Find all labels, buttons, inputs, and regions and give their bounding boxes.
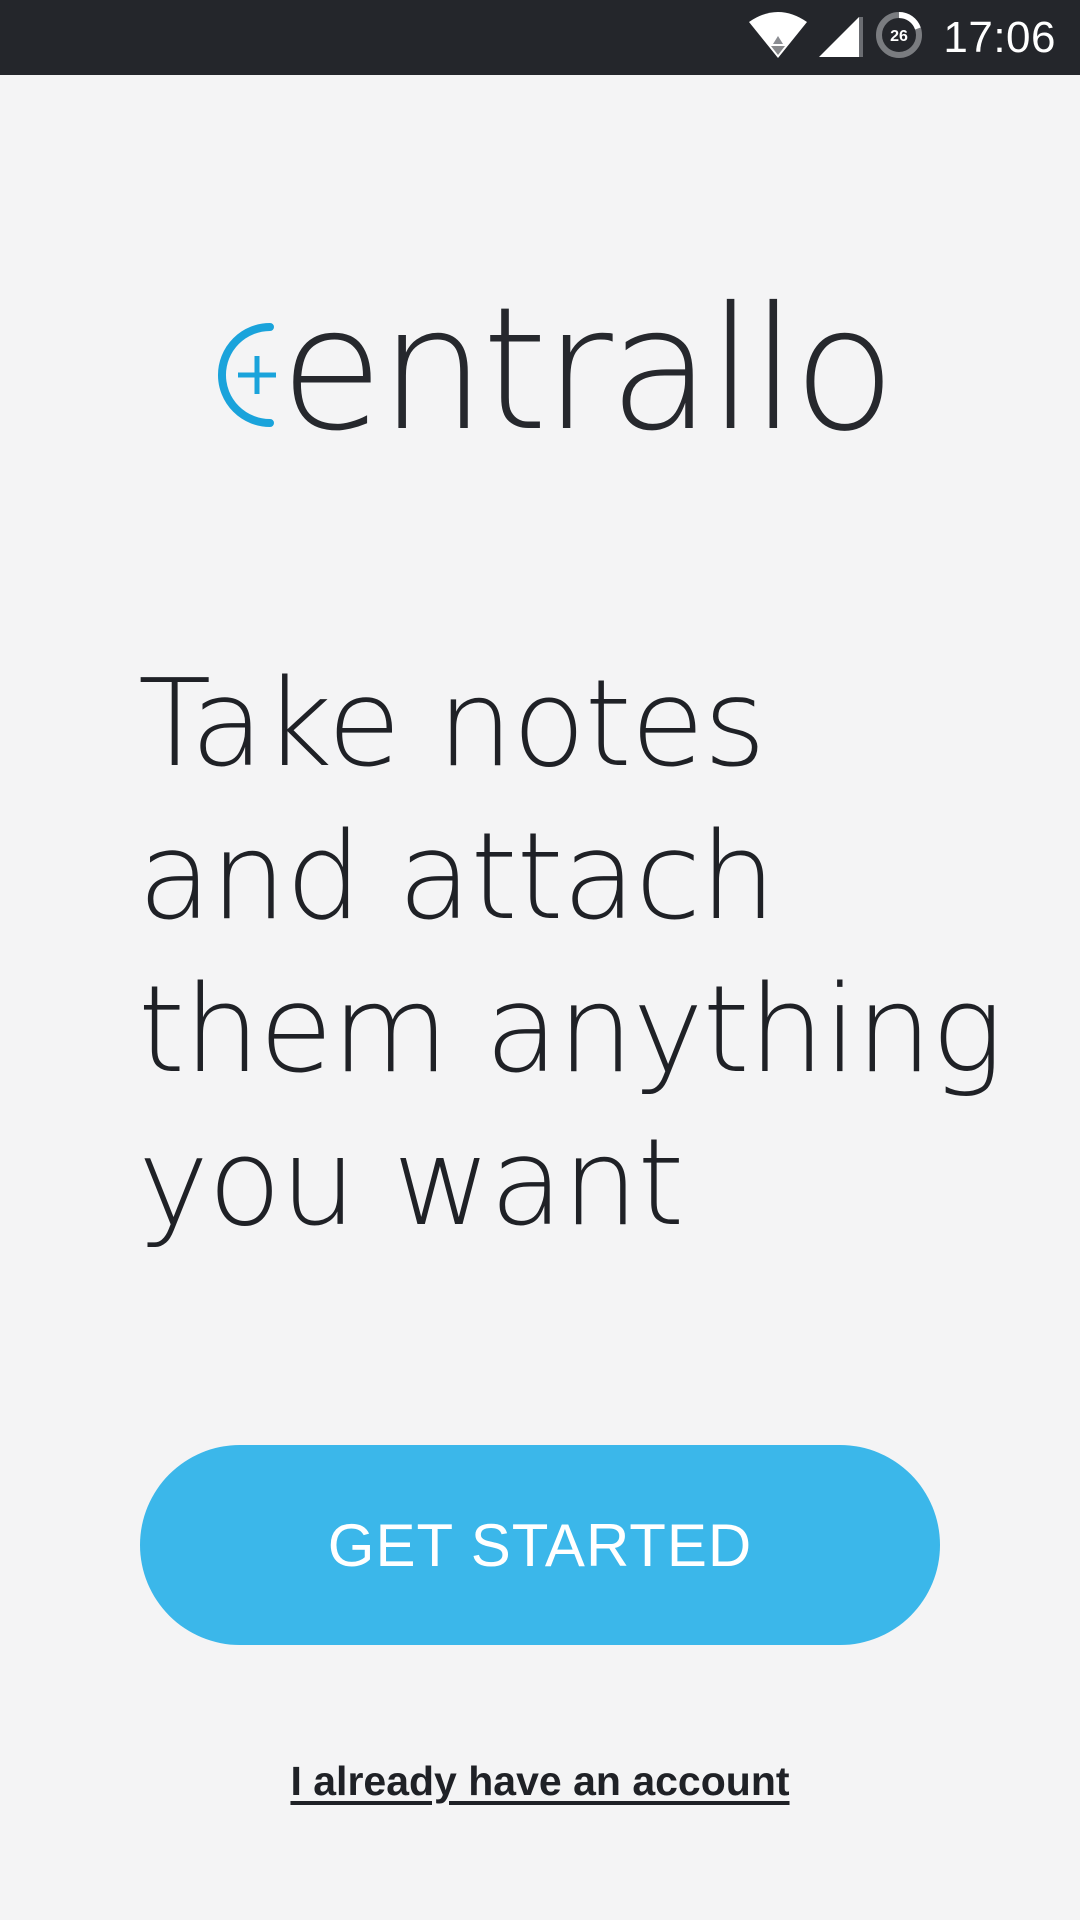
battery-icon: 26 — [875, 11, 923, 64]
status-bar: 26 17:06 — [0, 0, 1080, 75]
tagline: Take notes and attach them anything you … — [138, 648, 1018, 1260]
status-icons: 26 17:06 — [749, 0, 1056, 75]
battery-level: 26 — [890, 28, 908, 45]
existing-account-link[interactable]: I already have an account — [0, 1758, 1080, 1805]
tagline-line: and attach — [138, 808, 776, 947]
tagline-line: them anything — [138, 961, 1003, 1100]
centrallo-logo: entrallo — [188, 270, 898, 469]
cell-signal-icon — [819, 13, 864, 62]
wifi-icon — [749, 12, 808, 63]
tagline-line: you want — [138, 1114, 684, 1253]
status-time: 17:06 — [943, 12, 1056, 62]
tagline-line: Take notes — [138, 655, 766, 794]
get-started-button[interactable]: GET STARTED — [140, 1445, 940, 1645]
svg-text:entrallo: entrallo — [280, 271, 892, 450]
